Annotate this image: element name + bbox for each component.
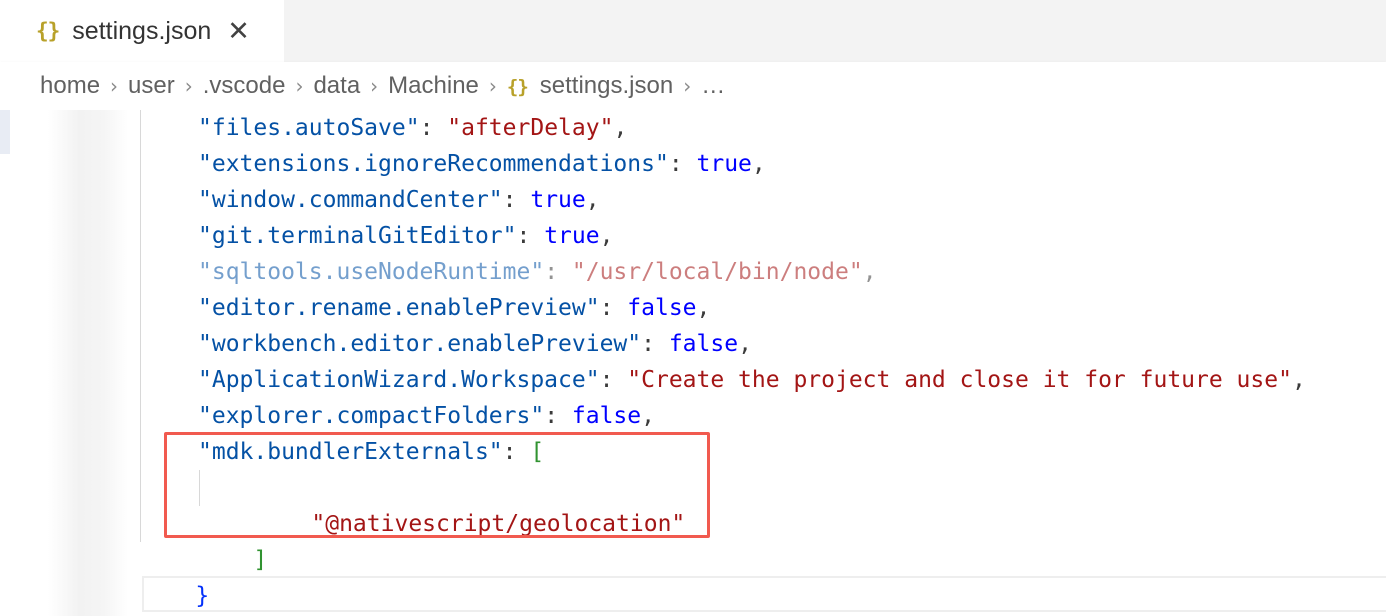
- setting-key: "window.commandCenter": [198, 187, 503, 213]
- colon: :: [641, 331, 669, 357]
- comma: ,: [585, 187, 600, 213]
- comma: ,: [751, 151, 766, 177]
- code-line-object-close: }: [140, 542, 209, 609]
- breadcrumb-item-data[interactable]: data: [313, 72, 360, 100]
- breadcrumb-item-settings-json[interactable]: {} settings.json: [507, 72, 673, 100]
- code-line: "window.commandCenter": true,: [198, 182, 600, 218]
- colon: :: [668, 151, 697, 177]
- colon: :: [516, 223, 545, 249]
- comma: ,: [641, 403, 655, 429]
- chevron-right-icon: ›: [488, 74, 497, 98]
- setting-value: true: [696, 151, 752, 177]
- breadcrumb-item-vscode[interactable]: .vscode: [203, 72, 286, 100]
- setting-key: "git.terminalGitEditor": [198, 223, 517, 249]
- breadcrumb-more[interactable]: …: [701, 72, 725, 100]
- colon: :: [599, 367, 628, 393]
- colon: :: [544, 403, 572, 429]
- code-line: "git.terminalGitEditor": true,: [198, 218, 613, 254]
- breadcrumb-item-machine[interactable]: Machine: [388, 72, 479, 100]
- comma: ,: [738, 331, 752, 357]
- setting-value: "Create the project and close it for fut…: [627, 367, 1292, 393]
- breadcrumb-item-user[interactable]: user: [128, 72, 175, 100]
- close-icon[interactable]: ✕: [227, 18, 250, 45]
- activity-strip: [0, 110, 10, 154]
- code-editor[interactable]: "files.autoSave": "afterDelay", "extensio…: [0, 110, 1386, 616]
- setting-value: "/usr/local/bin/node": [571, 259, 863, 285]
- colon: :: [599, 295, 628, 321]
- breadcrumb-file-label: settings.json: [539, 72, 674, 99]
- setting-value: true: [530, 187, 586, 213]
- tab-settings-json[interactable]: {} settings.json ✕: [0, 0, 284, 62]
- array-close-bracket: ]: [253, 547, 268, 573]
- setting-key: "sqltools.useNodeRuntime": [198, 259, 545, 285]
- tab-bar: {} settings.json ✕: [0, 0, 1386, 62]
- colon: :: [419, 115, 448, 141]
- setting-value: "afterDelay": [447, 115, 614, 141]
- indent-guide: [140, 110, 141, 542]
- code-line: "explorer.compactFolders": false,: [198, 398, 655, 434]
- setting-key: "explorer.compactFolders": [198, 403, 545, 429]
- setting-key: "extensions.ignoreRecommendations": [198, 151, 669, 177]
- json-file-icon: {}: [36, 19, 60, 43]
- setting-value: true: [544, 223, 600, 249]
- chevron-right-icon: ›: [184, 74, 193, 98]
- code-line: "files.autoSave": "afterDelay",: [198, 110, 627, 146]
- setting-value: false: [571, 403, 642, 429]
- chevron-right-icon: ›: [110, 74, 119, 98]
- code-line: "sqltools.useNodeRuntime": "/usr/local/b…: [198, 254, 877, 290]
- comma: ,: [1291, 367, 1306, 393]
- comma: ,: [613, 115, 628, 141]
- comma: ,: [599, 223, 614, 249]
- code-line: "ApplicationWizard.Workspace": "Create t…: [198, 362, 1306, 398]
- minimap-shadow: [48, 110, 128, 616]
- setting-key: "editor.rename.enablePreview": [198, 295, 600, 321]
- chevron-right-icon: ›: [683, 74, 692, 98]
- comma: ,: [696, 295, 711, 321]
- current-line-highlight: [142, 576, 1386, 612]
- json-file-icon: {}: [506, 76, 529, 98]
- setting-value: false: [668, 331, 739, 357]
- setting-key: "files.autoSave": [198, 115, 420, 141]
- colon: :: [544, 259, 572, 285]
- code-line: "workbench.editor.enablePreview": false,: [198, 326, 752, 362]
- breadcrumb: home › user › .vscode › data › Machine ›…: [0, 62, 1386, 110]
- colon: :: [502, 187, 531, 213]
- comma: ,: [862, 259, 877, 285]
- setting-value: false: [627, 295, 697, 321]
- chevron-right-icon: ›: [370, 74, 379, 98]
- code-line: "editor.rename.enablePreview": false,: [198, 290, 710, 326]
- breadcrumb-item-home[interactable]: home: [40, 72, 100, 100]
- setting-key: "ApplicationWizard.Workspace": [198, 367, 600, 393]
- code-line: "extensions.ignoreRecommendations": true…: [198, 146, 766, 182]
- tab-label: settings.json: [72, 16, 212, 45]
- chevron-right-icon: ›: [295, 74, 304, 98]
- annotation-highlight-box: [164, 432, 710, 538]
- setting-key: "workbench.editor.enablePreview": [198, 331, 642, 357]
